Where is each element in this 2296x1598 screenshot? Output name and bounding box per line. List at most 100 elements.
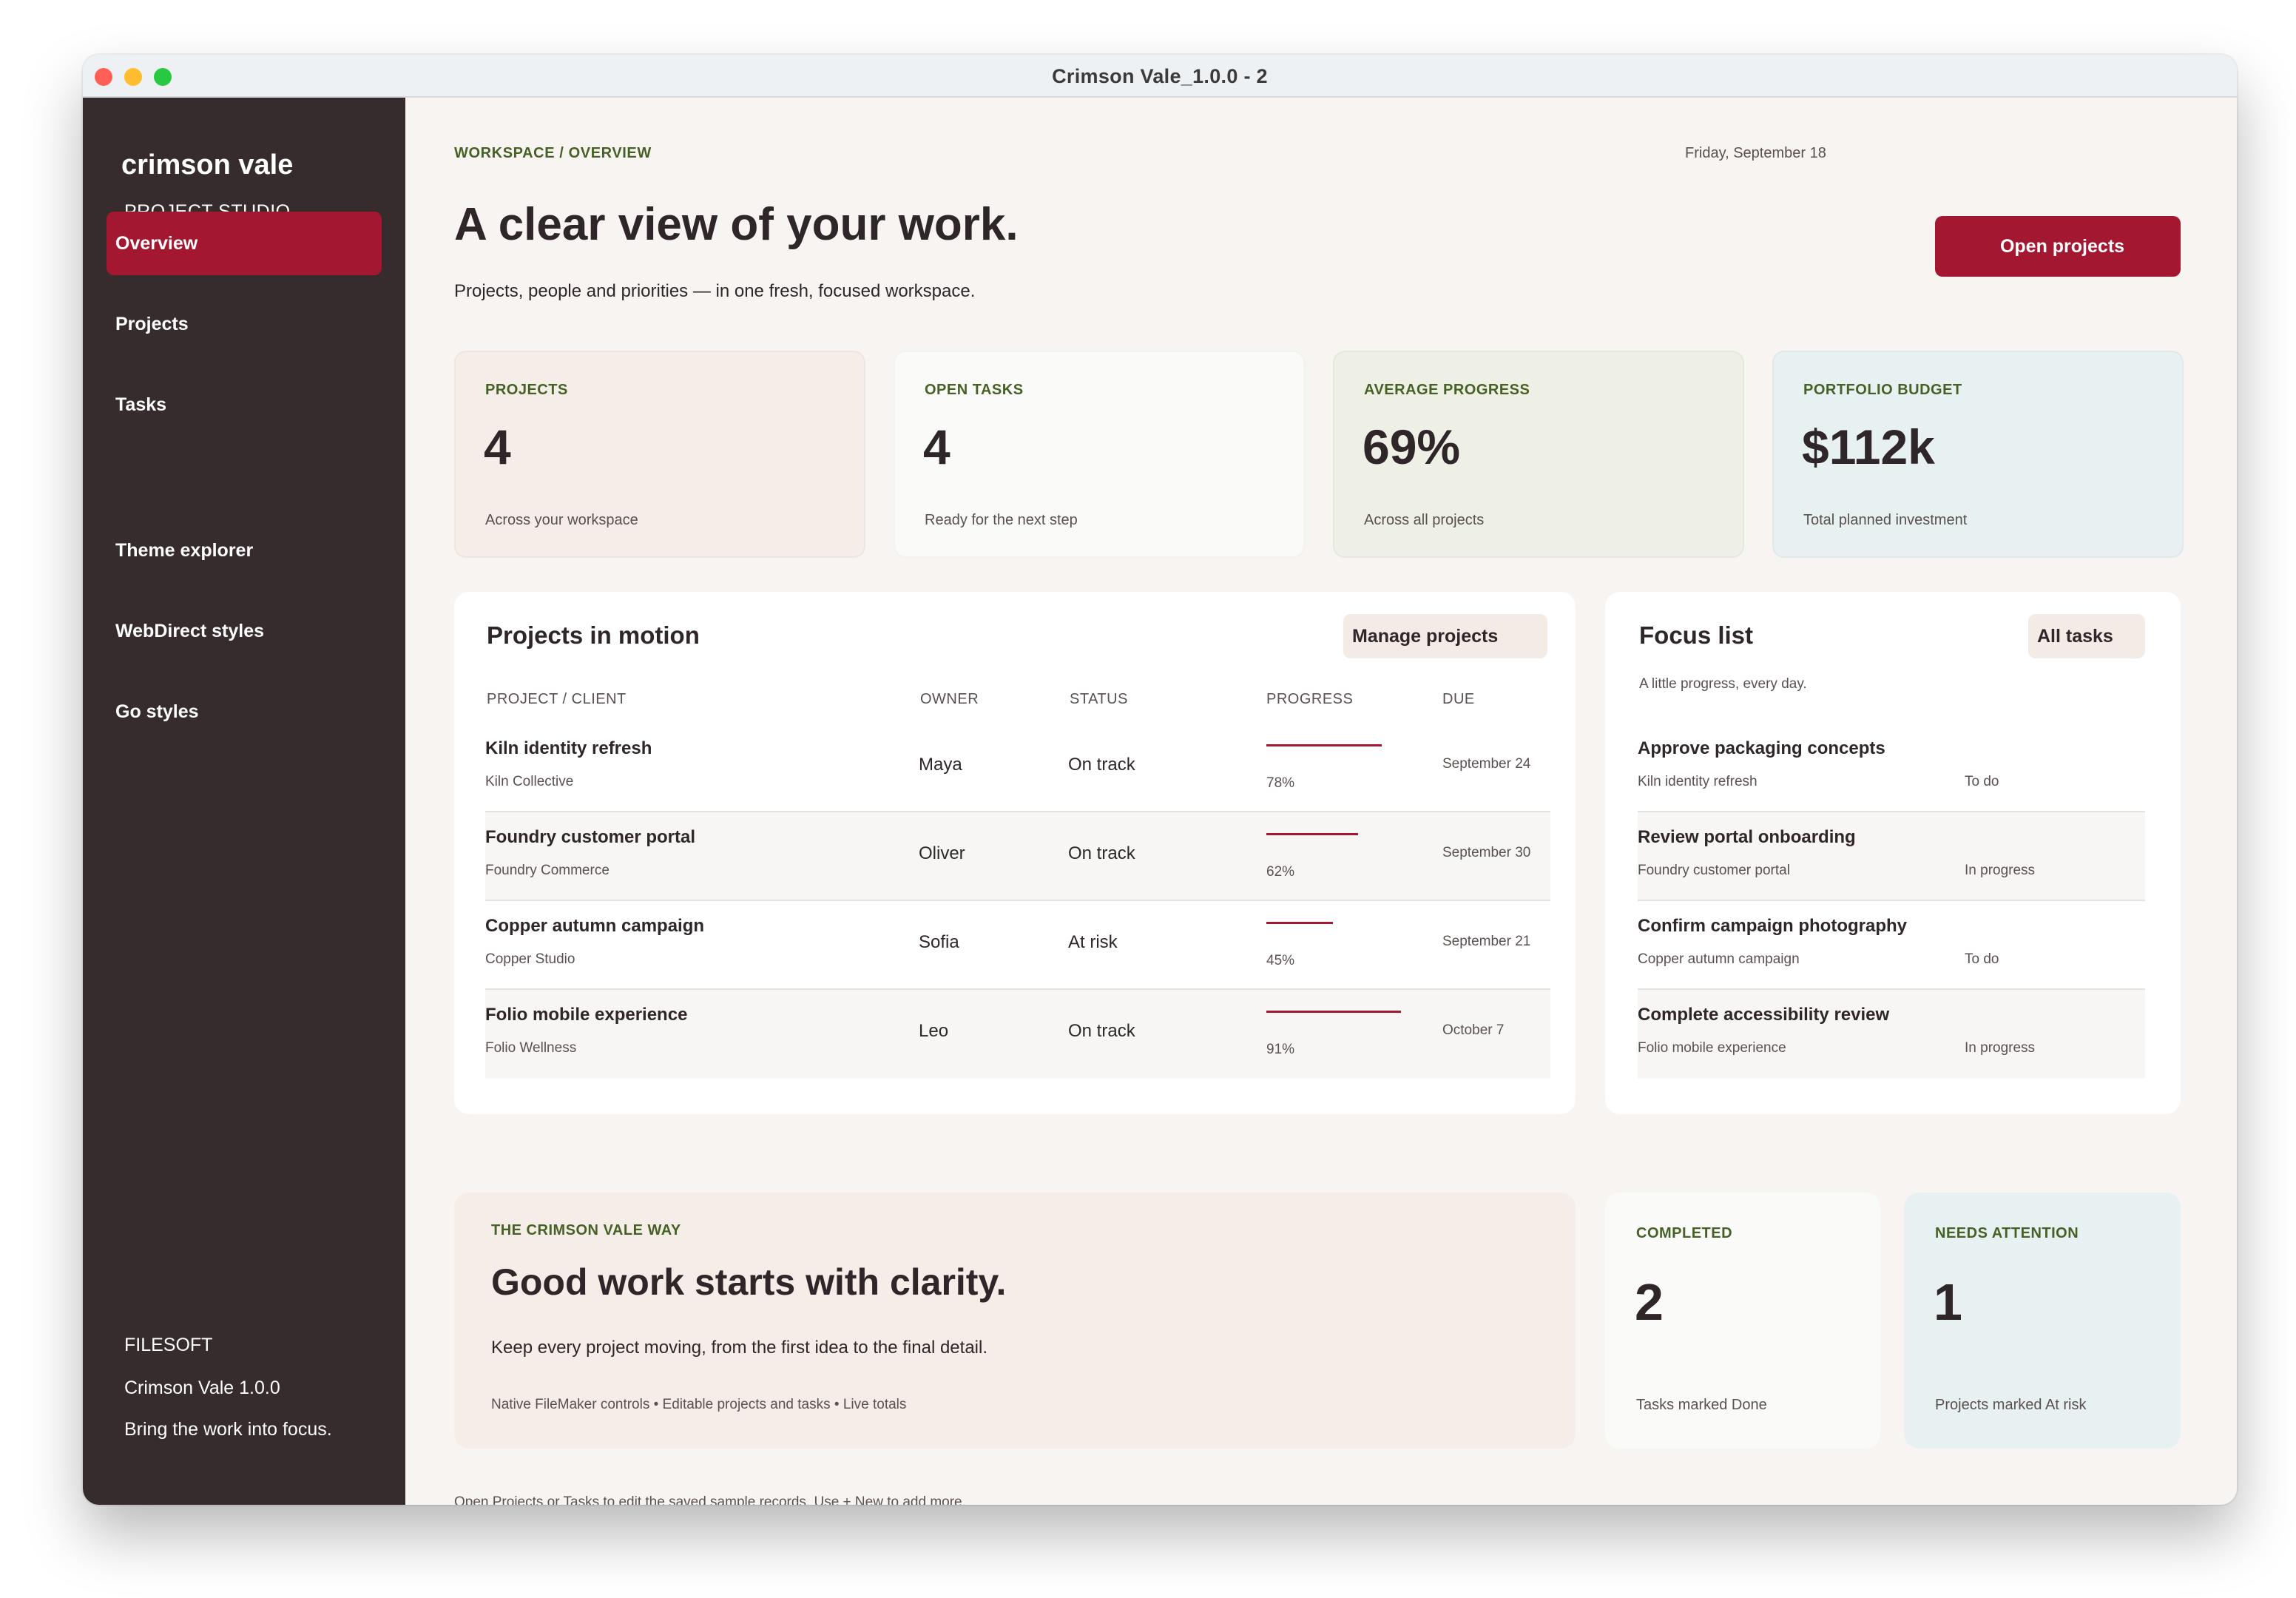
all-tasks-button[interactable]: All tasks — [2028, 614, 2145, 658]
progress-bar — [1266, 922, 1333, 924]
project-status: On track — [1068, 755, 1135, 775]
progress-percent: 45% — [1266, 953, 1295, 968]
stat-value: 4 — [923, 419, 951, 474]
sidebar-item-overview[interactable]: Overview — [107, 212, 382, 275]
project-status: On track — [1068, 1021, 1135, 1041]
completed-card: COMPLETED 2 Tasks marked Done — [1605, 1193, 1880, 1449]
projects-card-title: Projects in motion — [487, 621, 700, 649]
completed-label: COMPLETED — [1636, 1225, 1733, 1241]
way-features: Native FileMaker controls • Editable pro… — [491, 1397, 907, 1412]
sidebar-item-label: WebDirect styles — [115, 621, 265, 641]
project-owner: Maya — [919, 755, 962, 775]
project-owner: Oliver — [919, 843, 965, 863]
stat-note: Ready for the next step — [925, 512, 1078, 528]
open-projects-button[interactable]: Open projects — [1935, 216, 2181, 277]
task-title: Approve packaging concepts — [1638, 738, 1885, 758]
stat-value: 69% — [1363, 419, 1461, 474]
project-due: September 30 — [1442, 845, 1531, 860]
current-date: Friday, September 18 — [1685, 145, 1826, 161]
brand-name: crimson vale — [121, 149, 294, 181]
sidebar-item-theme-explorer[interactable]: Theme explorer — [107, 519, 382, 582]
page-subtitle: Projects, people and priorities — in one… — [454, 281, 976, 301]
project-name: Kiln identity refresh — [485, 738, 652, 758]
table-row[interactable]: Kiln identity refresh Kiln Collective Ma… — [485, 724, 1550, 812]
manage-projects-button[interactable]: Manage projects — [1343, 614, 1547, 658]
project-owner: Leo — [919, 1021, 949, 1041]
column-header-owner[interactable]: OWNER — [920, 691, 979, 708]
main-content: WORKSPACE / OVERVIEW Friday, September 1… — [405, 98, 2237, 1505]
list-item[interactable]: Approve packaging concepts Kiln identity… — [1638, 724, 2145, 812]
sidebar-item-go-styles[interactable]: Go styles — [107, 680, 382, 744]
task-project: Copper autumn campaign — [1638, 951, 1800, 967]
project-due: October 7 — [1442, 1022, 1505, 1038]
sidebar-item-webdirect-styles[interactable]: WebDirect styles — [107, 599, 382, 663]
project-name: Foundry customer portal — [485, 827, 696, 847]
sidebar-item-label: Tasks — [115, 394, 167, 415]
table-row[interactable]: Folio mobile experience Folio Wellness L… — [485, 990, 1550, 1079]
project-client: Folio Wellness — [485, 1040, 577, 1056]
stat-value: 4 — [484, 419, 511, 474]
stat-card-projects: PROJECTS 4 Across your workspace — [454, 351, 865, 558]
task-project: Foundry customer portal — [1638, 863, 1790, 878]
footnote: Open Projects or Tasks to edit the saved… — [454, 1494, 966, 1505]
project-client: Kiln Collective — [485, 774, 574, 789]
stat-label: AVERAGE PROGRESS — [1364, 382, 1530, 398]
sidebar-item-label: Theme explorer — [115, 540, 254, 561]
list-item[interactable]: Confirm campaign photography Copper autu… — [1638, 901, 2145, 990]
sidebar-tagline: Bring the work into focus. — [124, 1419, 332, 1440]
progress-percent: 62% — [1266, 864, 1295, 880]
task-status: In progress — [1965, 1040, 2036, 1056]
column-header-progress[interactable]: PROGRESS — [1266, 691, 1353, 708]
sidebar-item-label: Go styles — [115, 701, 199, 722]
crimson-vale-way-card: THE CRIMSON VALE WAY Good work starts wi… — [454, 1193, 1576, 1449]
project-name: Folio mobile experience — [485, 1005, 688, 1025]
attention-note: Projects marked At risk — [1935, 1397, 2087, 1413]
focus-card-subtitle: A little progress, every day. — [1639, 676, 1807, 692]
task-title: Confirm campaign photography — [1638, 916, 1908, 936]
needs-attention-card: NEEDS ATTENTION 1 Projects marked At ris… — [1904, 1193, 2181, 1449]
sidebar-item-projects[interactable]: Projects — [107, 292, 382, 356]
window-title: Crimson Vale_1.0.0 - 2 — [1052, 65, 1268, 87]
stat-value: $112k — [1802, 419, 1935, 474]
way-body: Keep every project moving, from the firs… — [491, 1338, 988, 1358]
progress-bar — [1266, 833, 1358, 835]
project-owner: Sofia — [919, 932, 959, 952]
list-item[interactable]: Review portal onboarding Foundry custome… — [1638, 812, 2145, 901]
focus-card: Focus list All tasks A little progress, … — [1605, 592, 2181, 1114]
table-row[interactable]: Copper autumn campaign Copper Studio Sof… — [485, 901, 1550, 990]
focus-card-title: Focus list — [1639, 621, 1754, 649]
project-due: September 21 — [1442, 934, 1531, 949]
way-eyebrow: THE CRIMSON VALE WAY — [491, 1222, 681, 1238]
sidebar-item-label: Overview — [115, 233, 198, 254]
stat-card-portfolio-budget: PORTFOLIO BUDGET $112k Total planned inv… — [1772, 351, 2184, 558]
project-due: September 24 — [1442, 756, 1531, 772]
sidebar-company: FILESOFT — [124, 1335, 213, 1355]
project-status: At risk — [1068, 932, 1118, 952]
task-title: Review portal onboarding — [1638, 827, 1856, 847]
projects-card: Projects in motion Manage projects PROJE… — [454, 592, 1576, 1114]
page-title: A clear view of your work. — [454, 199, 1019, 250]
column-header-status[interactable]: STATUS — [1070, 691, 1128, 708]
sidebar-version: Crimson Vale 1.0.0 — [124, 1378, 280, 1398]
app-window: Crimson Vale_1.0.0 - 2 crimson vale PROJ… — [83, 55, 2237, 1505]
sidebar: crimson vale PROJECT STUDIO Overview Pro… — [83, 98, 405, 1505]
progress-percent: 78% — [1266, 775, 1295, 791]
column-header-due[interactable]: DUE — [1442, 691, 1475, 708]
stat-label: OPEN TASKS — [925, 382, 1024, 398]
project-status: On track — [1068, 843, 1135, 863]
task-status: To do — [1965, 951, 1999, 967]
task-project: Folio mobile experience — [1638, 1040, 1786, 1056]
sidebar-item-tasks[interactable]: Tasks — [107, 373, 382, 436]
stat-label: PROJECTS — [485, 382, 568, 398]
table-row[interactable]: Foundry customer portal Foundry Commerce… — [485, 812, 1550, 901]
stat-card-average-progress: AVERAGE PROGRESS 69% Across all projects — [1333, 351, 1744, 558]
column-header-project[interactable]: PROJECT / CLIENT — [487, 691, 627, 708]
list-item[interactable]: Complete accessibility review Folio mobi… — [1638, 990, 2145, 1079]
task-project: Kiln identity refresh — [1638, 774, 1758, 789]
breadcrumb: WORKSPACE / OVERVIEW — [454, 145, 652, 161]
sidebar-item-label: Projects — [115, 314, 189, 334]
stat-label: PORTFOLIO BUDGET — [1803, 382, 1962, 398]
progress-bar — [1266, 744, 1382, 746]
stat-card-open-tasks: OPEN TASKS 4 Ready for the next step — [894, 351, 1305, 558]
project-client: Foundry Commerce — [485, 863, 610, 878]
